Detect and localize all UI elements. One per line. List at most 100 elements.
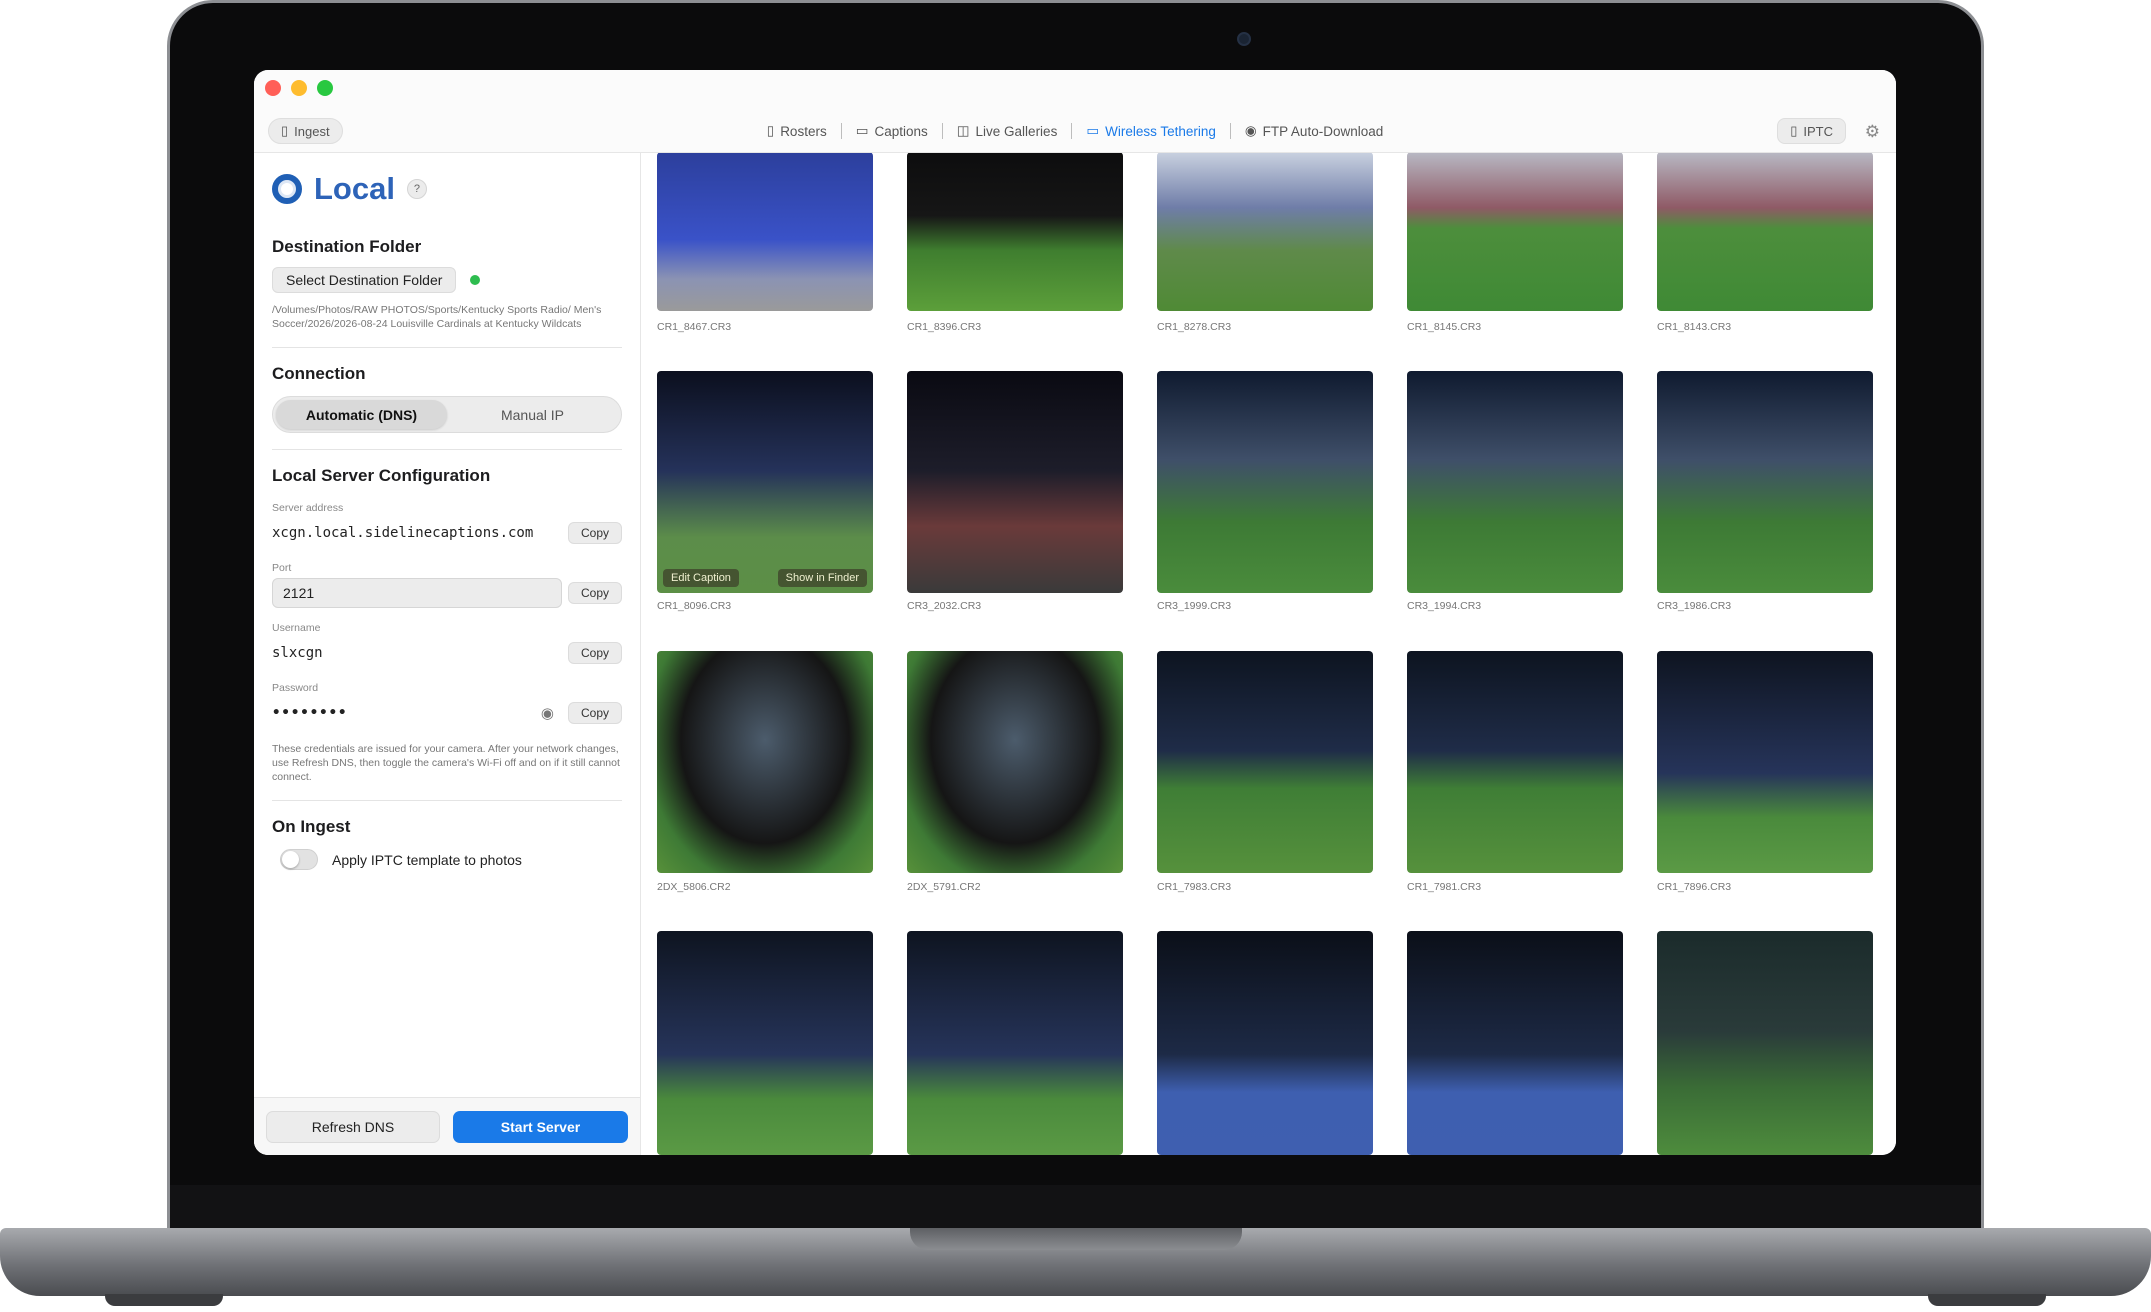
laptop-foot-left [105, 1294, 223, 1306]
photo-filename: CR3_1986.CR3 [1657, 600, 1732, 612]
photo-thumbnail[interactable] [1157, 651, 1373, 873]
divider [272, 347, 622, 348]
photo-thumbnail[interactable] [1407, 651, 1623, 873]
page-title: Local [314, 171, 395, 206]
clipboard-icon: ▯ [766, 123, 775, 138]
iptc-toggle-row: Apply IPTC template to photos [272, 849, 622, 870]
photo-thumbnail[interactable] [907, 931, 1123, 1155]
photo-overlay: Edit Caption Show in Finder [663, 569, 867, 587]
monitor-icon: ▭ [1086, 123, 1100, 138]
tab-ftp-auto-download[interactable]: ◉ FTP Auto-Download [1231, 123, 1397, 139]
photo-thumbnail[interactable] [657, 651, 873, 873]
port-field[interactable]: 2121 [272, 578, 562, 608]
select-destination-folder-button[interactable]: Select Destination Folder [272, 267, 457, 293]
username-label: Username [272, 622, 321, 634]
copy-password-button[interactable]: Copy [567, 702, 622, 724]
photo-filename: 2DX_5806.CR2 [657, 881, 731, 893]
photo-filename: CR1_7983.CR3 [1157, 881, 1232, 893]
refresh-dns-button[interactable]: Refresh DNS [266, 1110, 440, 1143]
server-config-heading: Local Server Configuration [272, 466, 491, 485]
photo-filename: CR1_8396.CR3 [907, 321, 982, 333]
photo-gallery: CR1_8467.CR3 CR1_8396.CR3 CR1_8278.CR3 C… [642, 153, 1896, 1155]
tab-captions[interactable]: ▭ Captions [842, 123, 942, 139]
photo-filename: CR3_1994.CR3 [1407, 600, 1482, 612]
photo-filename: CR3_2032.CR3 [907, 600, 982, 612]
photo-filename: CR1_8278.CR3 [1157, 321, 1232, 333]
gear-icon[interactable]: ⚙ [1865, 122, 1880, 142]
iptc-template-toggle[interactable] [280, 849, 318, 870]
photo-thumbnail[interactable] [657, 931, 873, 1155]
photo-thumbnail[interactable] [1657, 651, 1873, 873]
iptc-label: IPTC [1803, 123, 1833, 139]
photo-thumbnail[interactable] [1157, 153, 1373, 311]
password-row: •••••••• ◉ Copy [272, 698, 622, 728]
zoom-window-button[interactable] [317, 80, 333, 96]
divider [272, 449, 622, 450]
server-address-value: xcgn.local.sidelinecaptions.com [272, 525, 534, 541]
laptop-foot-right [1928, 1294, 2046, 1306]
destination-path: /Volumes/Photos/RAW PHOTOS/Sports/Kentuc… [272, 304, 602, 330]
credentials-note: These credentials are issued for your ca… [272, 743, 620, 783]
copy-username-button[interactable]: Copy [567, 642, 622, 664]
webcam-icon [1237, 32, 1251, 46]
photo-thumbnail[interactable] [907, 153, 1123, 311]
photo-filename: CR1_7981.CR3 [1407, 881, 1482, 893]
sidebar: Local ? Destination Folder Select Destin… [254, 153, 641, 1155]
photo-thumbnail[interactable] [1407, 931, 1623, 1155]
photo-filename: CR1_8096.CR3 [657, 600, 732, 612]
connection-manual-ip[interactable]: Manual IP [447, 400, 618, 429]
photo-thumbnail[interactable] [1157, 371, 1373, 593]
password-value: •••••••• [272, 705, 348, 721]
tab-label: Live Galleries [975, 123, 1058, 139]
photo-thumbnail[interactable] [1657, 931, 1873, 1155]
tab-wireless-tethering[interactable]: ▭ Wireless Tethering [1072, 123, 1230, 139]
tab-rosters[interactable]: ▯ Rosters [753, 123, 841, 139]
photo-thumbnail[interactable] [907, 651, 1123, 873]
iptc-toggle-label: Apply IPTC template to photos [332, 851, 522, 868]
sidebar-header: Local ? [272, 171, 622, 207]
connection-heading: Connection [272, 364, 366, 383]
photo-thumbnail[interactable] [1657, 371, 1873, 593]
copy-port-button[interactable]: Copy [567, 582, 622, 604]
photo-thumbnail[interactable] [1407, 371, 1623, 593]
window-controls [265, 80, 333, 96]
start-server-button[interactable]: Start Server [453, 1110, 628, 1143]
iptc-button[interactable]: ▯ IPTC [1777, 118, 1846, 144]
photo-filename: 2DX_5791.CR2 [907, 881, 981, 893]
password-label: Password [272, 682, 319, 694]
photo-filename: CR3_1999.CR3 [1157, 600, 1232, 612]
local-logo-icon [272, 174, 302, 204]
server-address-label: Server address [272, 502, 344, 514]
document-icon: ▯ [1790, 123, 1798, 138]
tab-live-galleries[interactable]: ◫ Live Galleries [943, 123, 1072, 139]
close-window-button[interactable] [265, 80, 281, 96]
main-tabs: ▯ Rosters ▭ Captions ◫ Live Galleries ▭ … [254, 118, 1896, 144]
copy-server-address-button[interactable]: Copy [567, 522, 622, 544]
port-row: 2121 Copy [272, 578, 622, 608]
camera-icon: ◫ [956, 123, 970, 138]
photo-filename: CR1_8143.CR3 [1657, 321, 1732, 333]
destination-heading: Destination Folder [272, 237, 422, 256]
status-ok-icon [470, 275, 481, 285]
photo-filename: CR1_7896.CR3 [1657, 881, 1732, 893]
server-address-row: xcgn.local.sidelinecaptions.com Copy [272, 518, 622, 548]
photo-thumbnail[interactable] [657, 153, 873, 311]
username-row: slxcgn Copy [272, 638, 622, 668]
tab-label: Captions [874, 123, 928, 139]
tab-label: Wireless Tethering [1105, 123, 1216, 139]
on-ingest-heading: On Ingest [272, 817, 351, 836]
photo-filename: CR1_8467.CR3 [657, 321, 732, 333]
show-in-finder-button[interactable]: Show in Finder [777, 569, 867, 587]
photo-thumbnail[interactable]: Edit Caption Show in Finder [657, 371, 873, 593]
edit-caption-button[interactable]: Edit Caption [663, 569, 739, 587]
photo-thumbnail[interactable] [907, 371, 1123, 593]
help-button[interactable]: ? [406, 179, 427, 199]
photo-filename: CR1_8145.CR3 [1407, 321, 1482, 333]
eye-icon[interactable]: ◉ [541, 704, 554, 722]
connection-automatic-dns[interactable]: Automatic (DNS) [276, 400, 447, 429]
connection-mode-control: Automatic (DNS) Manual IP [272, 396, 622, 433]
photo-thumbnail[interactable] [1407, 153, 1623, 311]
minimize-window-button[interactable] [291, 80, 307, 96]
photo-thumbnail[interactable] [1657, 153, 1873, 311]
photo-thumbnail[interactable] [1157, 931, 1373, 1155]
